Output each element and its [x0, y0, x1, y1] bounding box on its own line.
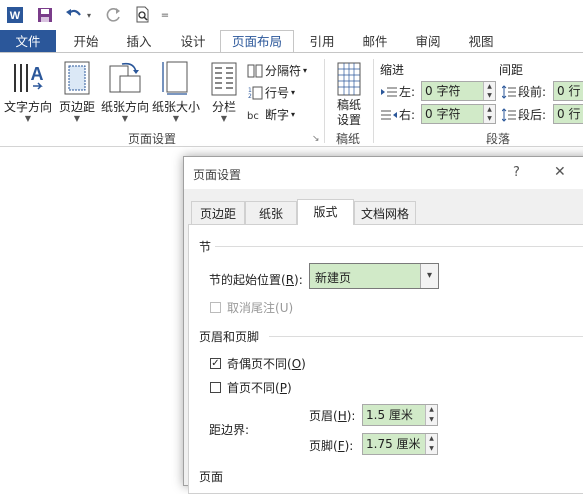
tab-insert[interactable]: 插入: [112, 30, 166, 53]
spin-arrows-icon[interactable]: ▲ ▼: [483, 105, 495, 123]
page-setup-group-label: 页面设置: [128, 132, 177, 146]
tab-document-grid[interactable]: 文档网格: [354, 201, 416, 225]
suppress-endnotes-label: 取消尾注(U): [227, 301, 294, 315]
chevron-down-icon: ▼: [121, 114, 129, 123]
odd-even-label: 奇偶页不同(O): [227, 357, 306, 371]
divider: [269, 336, 583, 337]
spin-arrows-icon[interactable]: ▲ ▼: [483, 82, 495, 100]
margins-button[interactable]: 页边距 ▼: [55, 58, 99, 123]
tab-mailings[interactable]: 邮件: [348, 30, 402, 53]
paragraph-group-label: 段落: [486, 132, 511, 146]
undo-icon[interactable]: [64, 5, 84, 25]
line-numbers-icon: 12: [248, 86, 263, 100]
spacing-after-icon: [502, 107, 516, 122]
suppress-endnotes-checkbox[interactable]: [210, 302, 221, 313]
word-app-icon[interactable]: W: [5, 5, 25, 25]
indent-right-icon: [381, 110, 397, 119]
close-button[interactable]: ✕: [554, 164, 566, 180]
text-direction-icon: A: [2, 58, 54, 96]
tab-view[interactable]: 视图: [454, 30, 508, 53]
orientation-button[interactable]: 纸张方向 ▼: [100, 58, 150, 123]
spacing-after-label-row: 段后:: [502, 106, 546, 123]
hyphenation-icon: bc: [247, 111, 259, 122]
paper-group-label: 稿纸: [336, 132, 361, 146]
dialog-launcher-icon[interactable]: ↘: [312, 134, 320, 144]
spacing-before-icon: [502, 84, 516, 99]
tab-paper[interactable]: 纸张: [245, 201, 297, 225]
first-page-label: 首页不同(P): [227, 381, 292, 395]
paper-size-icon: [151, 58, 201, 96]
orientation-icon: [100, 58, 150, 96]
header-footer-heading: 页眉和页脚: [199, 330, 260, 344]
dialog-title: 页面设置: [193, 168, 242, 182]
quick-access-toolbar: W ▾ =: [0, 0, 583, 30]
undo-dropdown-icon[interactable]: ▾: [84, 5, 94, 25]
svg-text:bc: bc: [247, 111, 259, 122]
svg-text:A: A: [31, 64, 44, 84]
redo-icon[interactable]: [104, 5, 124, 25]
footer-distance-label: 页脚(F):: [309, 439, 354, 453]
manuscript-paper-icon: [330, 58, 368, 96]
chevron-down-icon: ▼: [172, 114, 180, 123]
paper-size-button[interactable]: 纸张大小 ▼: [151, 58, 201, 123]
tab-design[interactable]: 设计: [166, 30, 220, 53]
tab-margins[interactable]: 页边距: [191, 201, 245, 225]
chevron-down-icon: ▼: [73, 114, 81, 123]
indent-right-input[interactable]: 0 字符 ▲ ▼: [421, 104, 496, 124]
footer-distance-input[interactable]: 1.75 厘米 ▲ ▼: [362, 433, 438, 455]
spacing-after-input[interactable]: 0 行: [553, 104, 583, 124]
divider: [215, 246, 583, 247]
header-distance-label: 页眉(H):: [309, 409, 356, 423]
dialog-titlebar: 页面设置 ? ✕: [184, 157, 583, 189]
tab-home[interactable]: 开始: [60, 30, 112, 53]
columns-icon: [205, 58, 243, 96]
breaks-icon: [247, 64, 263, 77]
section-heading: 节: [199, 240, 212, 254]
customize-icon[interactable]: =: [158, 5, 172, 25]
chevron-down-icon: ▼: [220, 114, 228, 123]
save-icon[interactable]: [35, 5, 55, 25]
divider: [324, 59, 325, 143]
tab-layout[interactable]: 版式: [297, 199, 354, 225]
from-edge-label: 距边界:: [209, 423, 250, 437]
indent-title: 缩进: [380, 63, 405, 77]
spacing-before-label-row: 段前:: [502, 83, 546, 100]
svg-text:W: W: [10, 10, 21, 22]
line-numbers-button[interactable]: 12 行号 ▾: [247, 84, 295, 101]
ribbon-tabs: 文件 开始 插入 设计 页面布局 引用 邮件 审阅 视图: [0, 30, 583, 53]
divider: [373, 59, 374, 143]
header-distance-input[interactable]: 1.5 厘米 ▲ ▼: [362, 404, 438, 426]
page-heading: 页面: [199, 470, 224, 484]
indent-left-label-row: 左:: [381, 83, 415, 100]
page-setup-dialog: 页面设置 ? ✕ 页边距 纸张 节 节的起始位置(R): 新建页 ▾ 取消尾注(…: [183, 156, 583, 494]
print-preview-icon[interactable]: [133, 5, 153, 25]
section-start-select[interactable]: 新建页 ▾: [309, 263, 439, 289]
hyphenation-button[interactable]: bc 断字 ▾: [247, 106, 295, 123]
chevron-down-icon[interactable]: ▾: [420, 264, 438, 288]
margins-icon: [55, 58, 99, 96]
ribbon: A 文字方向 ▼ 页边距 ▼ 纸张方向 ▼ 纸张大小 ▼ 分栏 ▼ 分隔符 ▾ …: [0, 52, 583, 147]
tab-page-layout[interactable]: 页面布局: [220, 30, 294, 53]
first-page-checkbox[interactable]: [210, 382, 221, 393]
indent-left-input[interactable]: 0 字符 ▲ ▼: [421, 81, 496, 101]
text-direction-button[interactable]: A 文字方向 ▼: [2, 58, 54, 123]
indent-right-label-row: 右:: [381, 106, 415, 123]
layout-panel: 节 节的起始位置(R): 新建页 ▾ 取消尾注(U) 页眉和页脚 ✓ 奇偶页不同…: [188, 224, 583, 494]
spin-arrows-icon[interactable]: ▲ ▼: [425, 405, 437, 425]
spin-arrows-icon[interactable]: ▲ ▼: [425, 434, 437, 454]
spacing-before-input[interactable]: 0 行: [553, 81, 583, 101]
svg-text:2: 2: [248, 93, 252, 100]
tab-file[interactable]: 文件: [0, 30, 56, 53]
manuscript-settings-button[interactable]: 稿纸 设置: [330, 58, 368, 128]
odd-even-checkbox[interactable]: ✓: [210, 358, 221, 369]
spacing-title: 间距: [499, 63, 524, 77]
columns-button[interactable]: 分栏 ▼: [205, 58, 243, 123]
breaks-button[interactable]: 分隔符 ▾: [247, 62, 307, 79]
tab-references[interactable]: 引用: [296, 30, 348, 53]
help-button[interactable]: ?: [513, 165, 520, 180]
tab-review[interactable]: 审阅: [402, 30, 454, 53]
section-start-label: 节的起始位置(R):: [209, 273, 303, 287]
chevron-down-icon: ▼: [24, 114, 32, 123]
indent-left-icon: [381, 87, 397, 96]
